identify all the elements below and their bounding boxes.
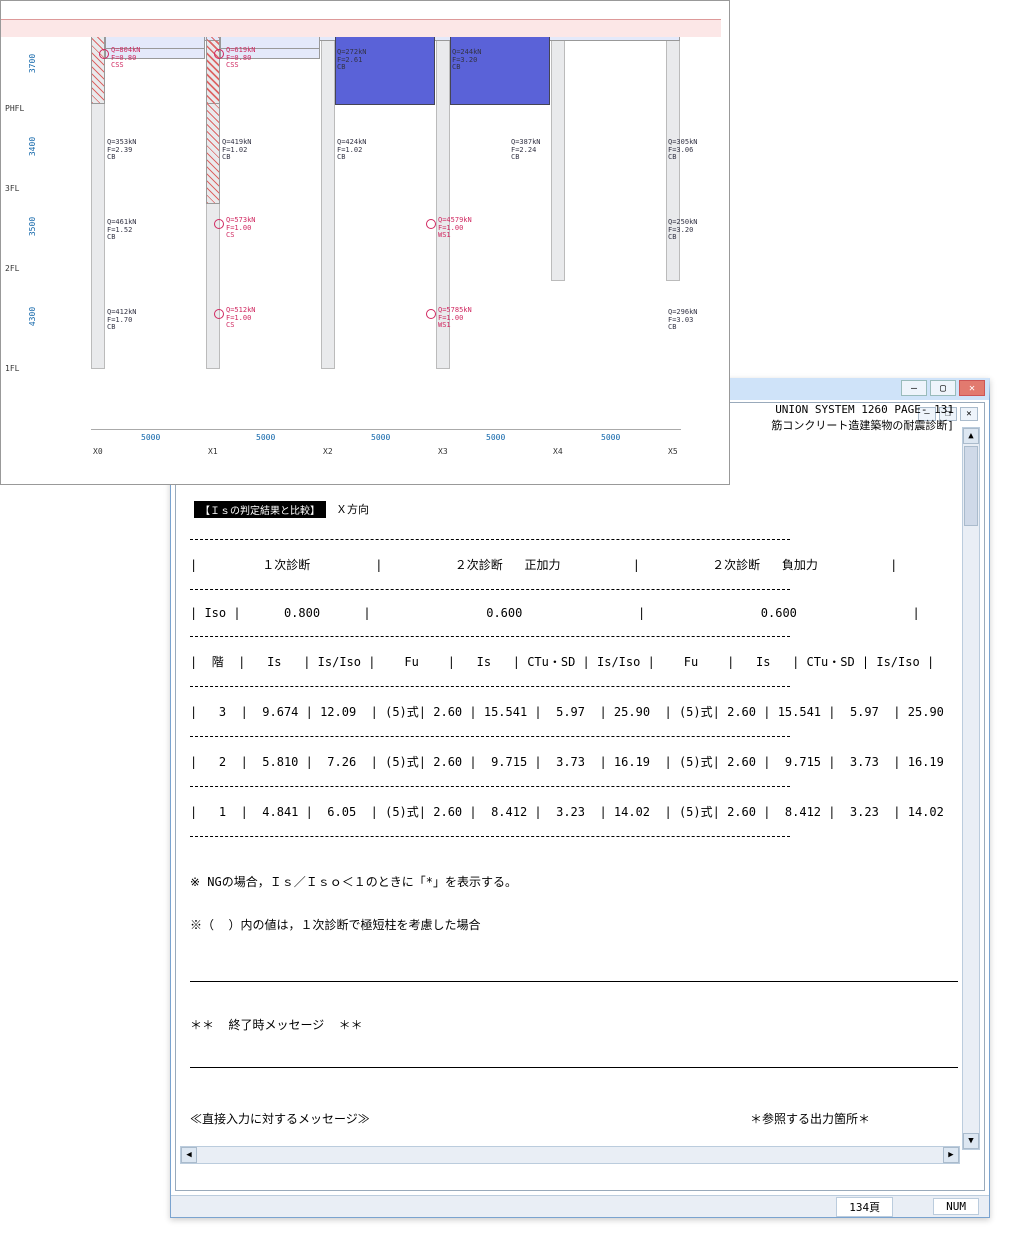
data-row: | 2 | 5.810 | 7.26 | (5)式| 2.60 | 9.715 … [190,753,958,770]
window-title-buttons: — ▢ ✕ [901,380,985,396]
status-num: NUM [933,1198,979,1215]
section-title: ＊＊ 終了時メッセージ ＊＊ [190,1016,958,1033]
report-header-line: 筋コンクリート造建築物の耐震診断] [771,417,954,433]
member-label: Q=387kN F=2.24 CB [511,139,541,162]
scroll-down-icon[interactable]: ▼ [963,1133,979,1149]
member-label: Q=250kN F=3.20 CB [668,219,698,242]
member-label: Q=512kN F=1.00 CS [226,307,256,330]
message-row: ≪直接入力に対するメッセージ≫＊参照する出力箇所＊ [190,1110,870,1127]
horizontal-scrollbar[interactable]: ◀ ▶ [180,1146,960,1164]
report-body: | １次診断 | ２次診断 正加力 | ２次診断 負加力 | | Iso | 0… [190,523,958,1172]
node-circle-icon [214,49,224,59]
floor-label: PHFL [5,104,24,113]
member-label: Q=573kN F=1.00 CS [226,217,256,240]
report-window: — ▢ ✕ — ❐ ✕ UNION SYSTEM 1260 PAGE- 131 … [170,378,990,1218]
span-dim: 5000 [486,433,505,442]
data-row: | 3 | 9.674 | 12.09 | (5)式| 2.60 | 15.54… [190,703,958,720]
span-dim: 5000 [256,433,275,442]
span-dim: 5000 [371,433,390,442]
status-page: 134頁 [836,1197,893,1217]
grid-label: X3 [438,447,448,456]
node-circle-icon [426,219,436,229]
floor-label: 2FL [5,264,19,273]
member-label: Q=272kN F=2.61 CB [337,49,367,72]
node-circle-icon [99,49,109,59]
story-dim: 3500 [28,217,37,236]
span-dim: 5000 [601,433,620,442]
member-label: Q=461kN F=1.52 CB [107,219,137,242]
scroll-left-icon[interactable]: ◀ [181,1147,197,1163]
member-label: Q=419kN F=1.02 CB [222,139,252,162]
column [321,19,335,369]
baseline-strip [1,19,721,37]
mdi-close-button[interactable]: ✕ [960,407,978,421]
column-header-row: | 階 | Is | Is/Iso | Fu | Is | CTu・SD | I… [190,653,958,670]
iso-row: | Iso | 0.800 | 0.600 | 0.600 | [190,606,958,620]
table-head-row: | １次診断 | ２次診断 正加力 | ２次診断 負加力 | [190,556,958,573]
close-button[interactable]: ✕ [959,380,985,396]
badge-suffix: Ｘ方向 [336,501,369,517]
story-dim: 3700 [28,54,37,73]
member-label: Q=305kN F=3.06 CB [668,139,698,162]
grid-label: X4 [553,447,563,456]
minimize-button[interactable]: — [901,380,927,396]
scroll-up-icon[interactable]: ▲ [963,428,979,444]
story-dim: 3400 [28,137,37,156]
note-line: ※（ ）内の値は，１次診断で極短柱を考慮した場合 [190,916,958,933]
hatched-column [206,19,220,204]
member-label: Q=619kN F=0.80 CSS [226,47,256,70]
node-circle-icon [214,219,224,229]
member-label: Q=244kN F=3.20 CB [452,49,482,72]
scroll-right-icon[interactable]: ▶ [943,1147,959,1163]
axis-line [91,429,681,430]
node-circle-icon [426,309,436,319]
note-line: ※ NGの場合，Ｉｓ／Ｉｓｏ＜１のときに「*」を表示する。 [190,873,958,890]
member-label: Q=296kN F=3.03 CB [668,309,698,332]
member-label: Q=424kN F=1.02 CB [337,139,367,162]
story-dim: 4300 [28,307,37,326]
data-row: | 1 | 4.841 | 6.05 | (5)式| 2.60 | 8.412 … [190,803,958,820]
floor-label: 1FL [5,364,19,373]
column [551,19,565,281]
vertical-scrollbar[interactable]: ▲ ▼ [962,427,980,1150]
member-label: Q=4579kN F=1.00 WS1 [438,217,472,240]
member-label: Q=412kN F=1.70 CB [107,309,137,332]
grid-label: X1 [208,447,218,456]
grid-label: X5 [668,447,678,456]
floor-label: 3FL [5,184,19,193]
grid-label: X2 [323,447,333,456]
grid-label: X0 [93,447,103,456]
drawing-inner: PHRL PHFL 3FL 2FL 1FL 3700 3400 3500 430… [41,19,711,399]
scroll-thumb[interactable] [964,446,978,526]
member-label: Q=5785kN F=1.00 WS1 [438,307,472,330]
maximize-button[interactable]: ▢ [930,380,956,396]
report-section-badge: 【Ｉｓの判定結果と比較】 [194,501,326,518]
node-circle-icon [214,309,224,319]
span-dim: 5000 [141,433,160,442]
elevation-drawing: PHRL PHFL 3FL 2FL 1FL 3700 3400 3500 430… [0,0,730,485]
member-label: Q=353kN F=2.39 CB [107,139,137,162]
status-bar: 134頁 NUM [171,1195,989,1217]
member-label: Q=804kN F=0.80 CSS [111,47,141,70]
report-header-line: UNION SYSTEM 1260 PAGE- 131 [775,403,954,416]
document-frame: — ❐ ✕ UNION SYSTEM 1260 PAGE- 131 筋コンクリー… [175,402,985,1191]
